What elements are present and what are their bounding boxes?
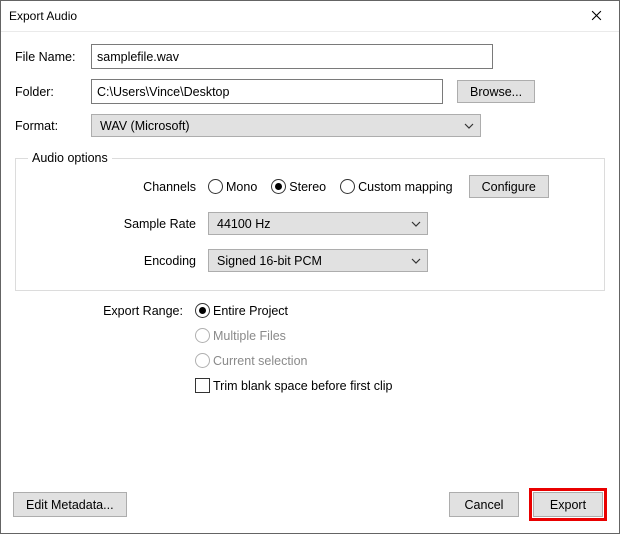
radio-icon <box>195 303 210 318</box>
close-icon <box>591 8 602 25</box>
dialog-title: Export Audio <box>9 9 574 23</box>
radio-current-selection: Current selection <box>195 353 308 368</box>
dialog-footer: Edit Metadata... Cancel Export <box>1 480 619 533</box>
filename-row: File Name: <box>15 44 605 69</box>
cancel-button[interactable]: Cancel <box>449 492 519 517</box>
format-select[interactable]: WAV (Microsoft) <box>91 114 481 137</box>
radio-icon <box>195 328 210 343</box>
range-entire-row: Export Range: Entire Project <box>15 303 605 318</box>
encoding-value: Signed 16-bit PCM <box>217 254 322 268</box>
radio-entire-project[interactable]: Entire Project <box>195 303 288 318</box>
chevron-down-icon <box>464 123 474 129</box>
radio-multiple-label: Multiple Files <box>213 329 286 343</box>
radio-mono-label: Mono <box>226 180 257 194</box>
encoding-label: Encoding <box>28 254 208 268</box>
title-bar: Export Audio <box>1 1 619 32</box>
radio-entire-label: Entire Project <box>213 304 288 318</box>
checkbox-icon <box>195 378 210 393</box>
edit-metadata-button[interactable]: Edit Metadata... <box>13 492 127 517</box>
browse-button[interactable]: Browse... <box>457 80 535 103</box>
encoding-row: Encoding Signed 16-bit PCM <box>28 249 592 272</box>
audio-options-legend: Audio options <box>28 151 112 165</box>
dialog-body: File Name: Folder: Browse... Format: WAV… <box>1 32 619 480</box>
radio-custom-mapping[interactable]: Custom mapping <box>340 179 453 194</box>
close-button[interactable] <box>574 1 619 31</box>
filename-label: File Name: <box>15 50 91 64</box>
folder-input[interactable] <box>91 79 443 104</box>
radio-icon <box>195 353 210 368</box>
radio-current-label: Current selection <box>213 354 308 368</box>
trim-row: Trim blank space before first clip <box>15 378 605 393</box>
format-row: Format: WAV (Microsoft) <box>15 114 605 137</box>
range-multiple-row: Multiple Files <box>15 328 605 343</box>
sample-rate-select[interactable]: 44100 Hz <box>208 212 428 235</box>
folder-label: Folder: <box>15 85 91 99</box>
radio-stereo[interactable]: Stereo <box>271 179 326 194</box>
channels-row: Channels Mono Stereo Custom mapping <box>28 175 592 198</box>
export-button[interactable]: Export <box>533 492 603 517</box>
range-current-row: Current selection <box>15 353 605 368</box>
trim-label: Trim blank space before first clip <box>213 379 392 393</box>
channels-radio-group: Mono Stereo Custom mapping <box>208 179 453 194</box>
encoding-select[interactable]: Signed 16-bit PCM <box>208 249 428 272</box>
sample-rate-label: Sample Rate <box>28 217 208 231</box>
radio-stereo-label: Stereo <box>289 180 326 194</box>
radio-icon <box>271 179 286 194</box>
radio-custom-label: Custom mapping <box>358 180 453 194</box>
export-range-label: Export Range: <box>15 304 195 318</box>
audio-options-group: Audio options Channels Mono Stereo Custo… <box>15 151 605 291</box>
folder-row: Folder: Browse... <box>15 79 605 104</box>
sample-rate-row: Sample Rate 44100 Hz <box>28 212 592 235</box>
filename-input[interactable] <box>91 44 493 69</box>
radio-multiple-files: Multiple Files <box>195 328 286 343</box>
chevron-down-icon <box>411 258 421 264</box>
sample-rate-value: 44100 Hz <box>217 217 271 231</box>
format-label: Format: <box>15 119 91 133</box>
configure-button[interactable]: Configure <box>469 175 549 198</box>
channels-label: Channels <box>28 180 208 194</box>
export-highlight: Export <box>529 488 607 521</box>
format-value: WAV (Microsoft) <box>100 119 190 133</box>
chevron-down-icon <box>411 221 421 227</box>
trim-checkbox[interactable]: Trim blank space before first clip <box>195 378 392 393</box>
export-range-group: Export Range: Entire Project Multiple Fi… <box>15 303 605 393</box>
export-audio-dialog: Export Audio File Name: Folder: Browse..… <box>0 0 620 534</box>
radio-icon <box>340 179 355 194</box>
radio-mono[interactable]: Mono <box>208 179 257 194</box>
radio-icon <box>208 179 223 194</box>
